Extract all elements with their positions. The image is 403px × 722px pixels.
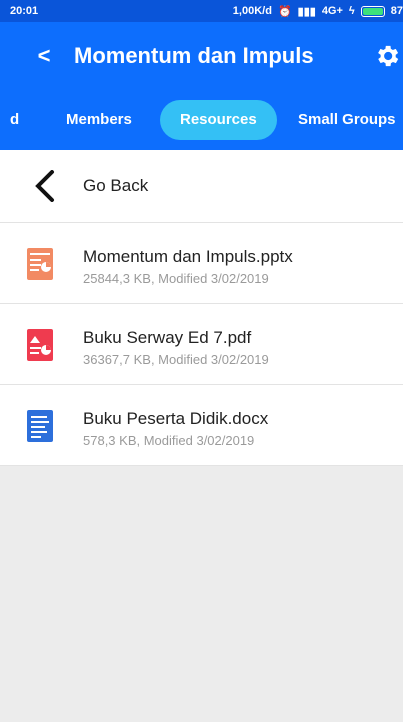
- resource-list: Go Back Momentum dan Impuls.pptx 25844,3…: [0, 150, 403, 466]
- file-meta: 36367,7 KB, Modified 3/02/2019: [83, 352, 269, 367]
- alarm-icon: ⏰: [277, 5, 292, 18]
- file-name: Buku Serway Ed 7.pdf: [83, 328, 252, 347]
- app-bar: < Momentum dan Impuls: [0, 22, 403, 90]
- list-item[interactable]: Buku Serway Ed 7.pdf 36367,7 KB, Modifie…: [0, 304, 403, 385]
- pdf-file-icon: [27, 329, 53, 361]
- status-time: 20:01: [10, 5, 39, 17]
- battery-level: 87: [390, 5, 403, 17]
- tab-resources[interactable]: Resources: [160, 100, 277, 140]
- gear-icon[interactable]: [373, 42, 401, 70]
- go-back-label: Go Back: [83, 176, 149, 195]
- file-name: Momentum dan Impuls.pptx: [83, 247, 293, 266]
- back-button[interactable]: <: [28, 40, 60, 72]
- file-meta: 25844,3 KB, Modified 3/02/2019: [83, 271, 269, 286]
- go-back-row[interactable]: Go Back: [0, 150, 403, 223]
- document-file-icon: [27, 410, 53, 442]
- list-item[interactable]: Buku Peserta Didik.docx 578,3 KB, Modifi…: [0, 385, 403, 466]
- battery-icon: [360, 5, 385, 17]
- chevron-left-icon: [35, 170, 54, 202]
- file-meta: 578,3 KB, Modified 3/02/2019: [83, 433, 255, 448]
- file-name: Buku Peserta Didik.docx: [83, 409, 269, 428]
- tab-members[interactable]: Members: [66, 106, 132, 134]
- list-item[interactable]: Momentum dan Impuls.pptx 25844,3 KB, Mod…: [0, 223, 403, 304]
- charging-icon: ϟ: [348, 5, 355, 17]
- tab-bar: d Members Resources Small Groups: [0, 90, 403, 150]
- network-speed: 1,00K/d: [232, 5, 272, 17]
- back-arrow-icon: <: [37, 43, 51, 68]
- page-title: Momentum dan Impuls: [74, 43, 314, 68]
- status-right: 1,00K/d ⏰ ▮▮▮ 4G+ ϟ 87: [233, 5, 403, 18]
- status-bar: 20:01 1,00K/d ⏰ ▮▮▮ 4G+ ϟ 87: [0, 0, 403, 22]
- tab-previous[interactable]: d: [10, 106, 19, 134]
- signal-icon: ▮▮▮: [297, 5, 316, 18]
- tab-small-groups[interactable]: Small Groups: [298, 106, 396, 134]
- network-type: 4G+: [321, 5, 343, 17]
- presentation-file-icon: [27, 248, 53, 280]
